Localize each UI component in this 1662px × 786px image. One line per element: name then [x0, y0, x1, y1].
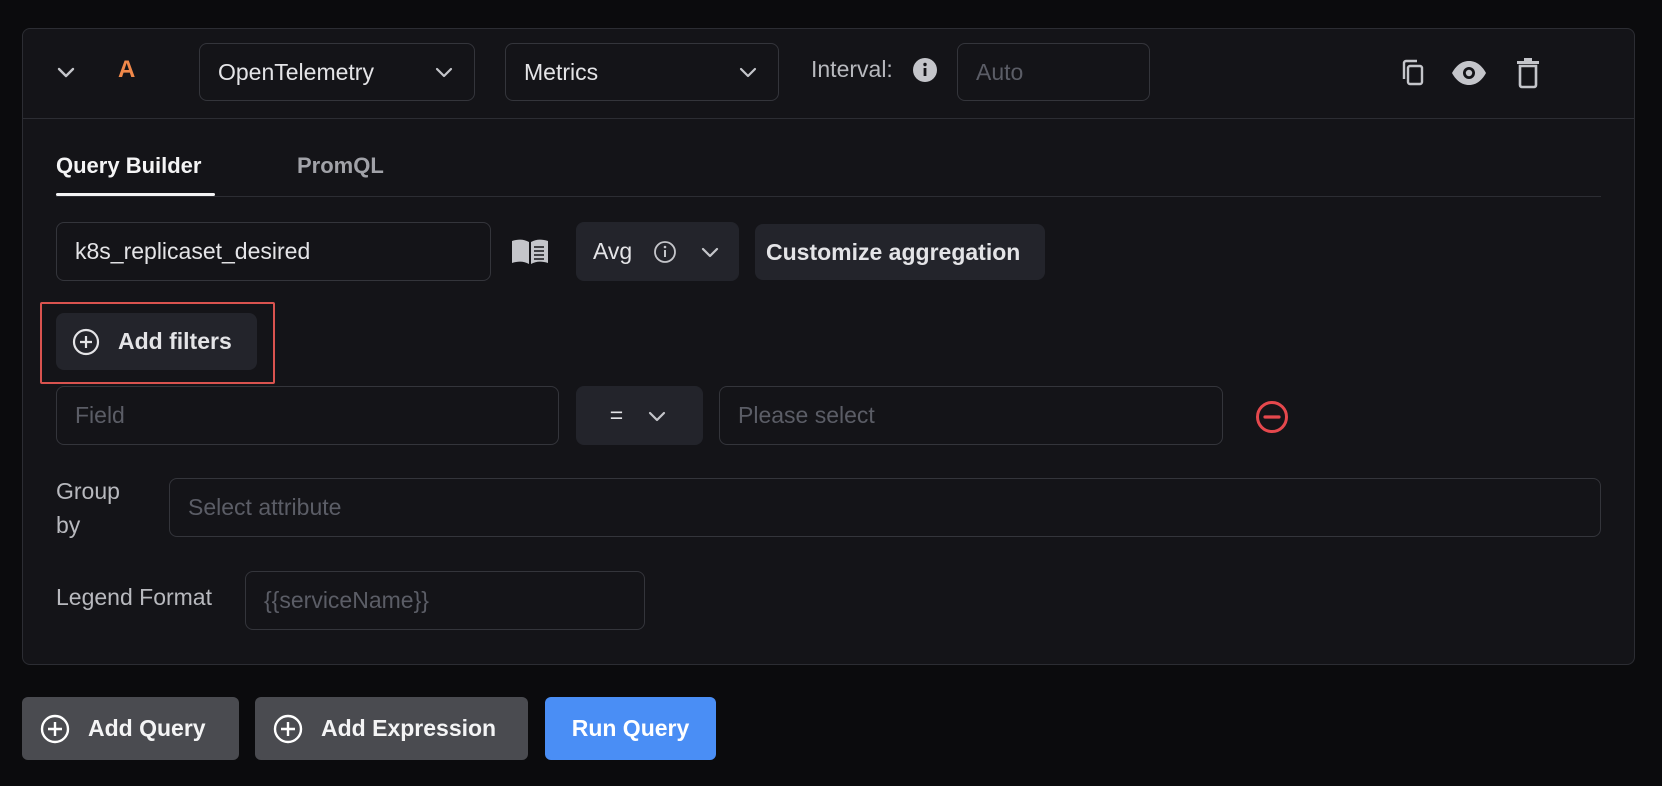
legend-format-input[interactable]: {{serviceName}} [245, 571, 645, 630]
interval-placeholder: Auto [976, 58, 1024, 85]
eye-icon[interactable] [1449, 56, 1489, 90]
info-icon [654, 240, 677, 263]
plus-circle-icon [72, 328, 100, 355]
group-by-label: Group by [56, 474, 120, 542]
info-icon [911, 56, 939, 84]
collapse-chevron-icon[interactable] [50, 56, 82, 88]
metric-value: k8s_replicaset_desired [75, 238, 311, 264]
tab-active-underline [56, 193, 215, 196]
filter-value-input[interactable]: Please select [719, 386, 1223, 445]
run-query-button[interactable]: Run Query [545, 697, 716, 760]
header-divider [23, 118, 1634, 119]
customize-aggregation-button[interactable]: Customize aggregation [755, 224, 1045, 280]
group-by-label-line2: by [56, 512, 81, 538]
group-by-input[interactable]: Select attribute [169, 478, 1601, 537]
query-letter: A [118, 56, 136, 83]
data-source-select[interactable]: OpenTelemetry [199, 43, 475, 101]
aggregation-select[interactable]: Avg [576, 222, 739, 281]
interval-input[interactable]: Auto [957, 43, 1150, 101]
tab-query-builder[interactable]: Query Builder [56, 153, 201, 179]
aggregation-value: Avg [593, 238, 633, 264]
remove-filter-icon[interactable] [1254, 399, 1290, 435]
filter-operator-select[interactable]: = [576, 386, 703, 445]
chevron-down-icon [739, 67, 757, 78]
filter-operator-value: = [609, 402, 624, 428]
metric-input[interactable]: k8s_replicaset_desired [56, 222, 491, 281]
tab-promql[interactable]: PromQL [297, 153, 384, 179]
chevron-down-icon [649, 411, 666, 421]
data-type-select[interactable]: Metrics [505, 43, 779, 101]
trash-icon[interactable] [1513, 56, 1543, 90]
legend-format-label: Legend Format [56, 584, 212, 610]
plus-circle-icon [273, 714, 303, 743]
legend-format-placeholder: {{serviceName}} [264, 587, 429, 613]
add-filters-label: Add filters [118, 328, 232, 354]
tab-rule [56, 196, 1601, 197]
add-query-button[interactable]: Add Query [22, 697, 239, 760]
interval-label: Interval: [811, 56, 893, 82]
book-icon[interactable] [509, 234, 551, 270]
copy-icon[interactable] [1397, 56, 1429, 90]
filter-field-placeholder: Field [75, 402, 125, 428]
data-type-value: Metrics [524, 58, 599, 85]
add-expression-label: Add Expression [321, 715, 497, 741]
add-filters-button[interactable]: Add filters [56, 313, 257, 370]
filter-field-input[interactable]: Field [56, 386, 559, 445]
chevron-down-icon [701, 247, 719, 257]
filter-value-placeholder: Please select [738, 402, 875, 428]
plus-circle-icon [40, 714, 70, 743]
add-expression-button[interactable]: Add Expression [255, 697, 528, 760]
data-source-value: OpenTelemetry [218, 58, 374, 85]
group-by-placeholder: Select attribute [188, 494, 342, 520]
group-by-label-line1: Group [56, 478, 120, 504]
chevron-down-icon [435, 67, 453, 78]
add-query-label: Add Query [88, 715, 206, 741]
